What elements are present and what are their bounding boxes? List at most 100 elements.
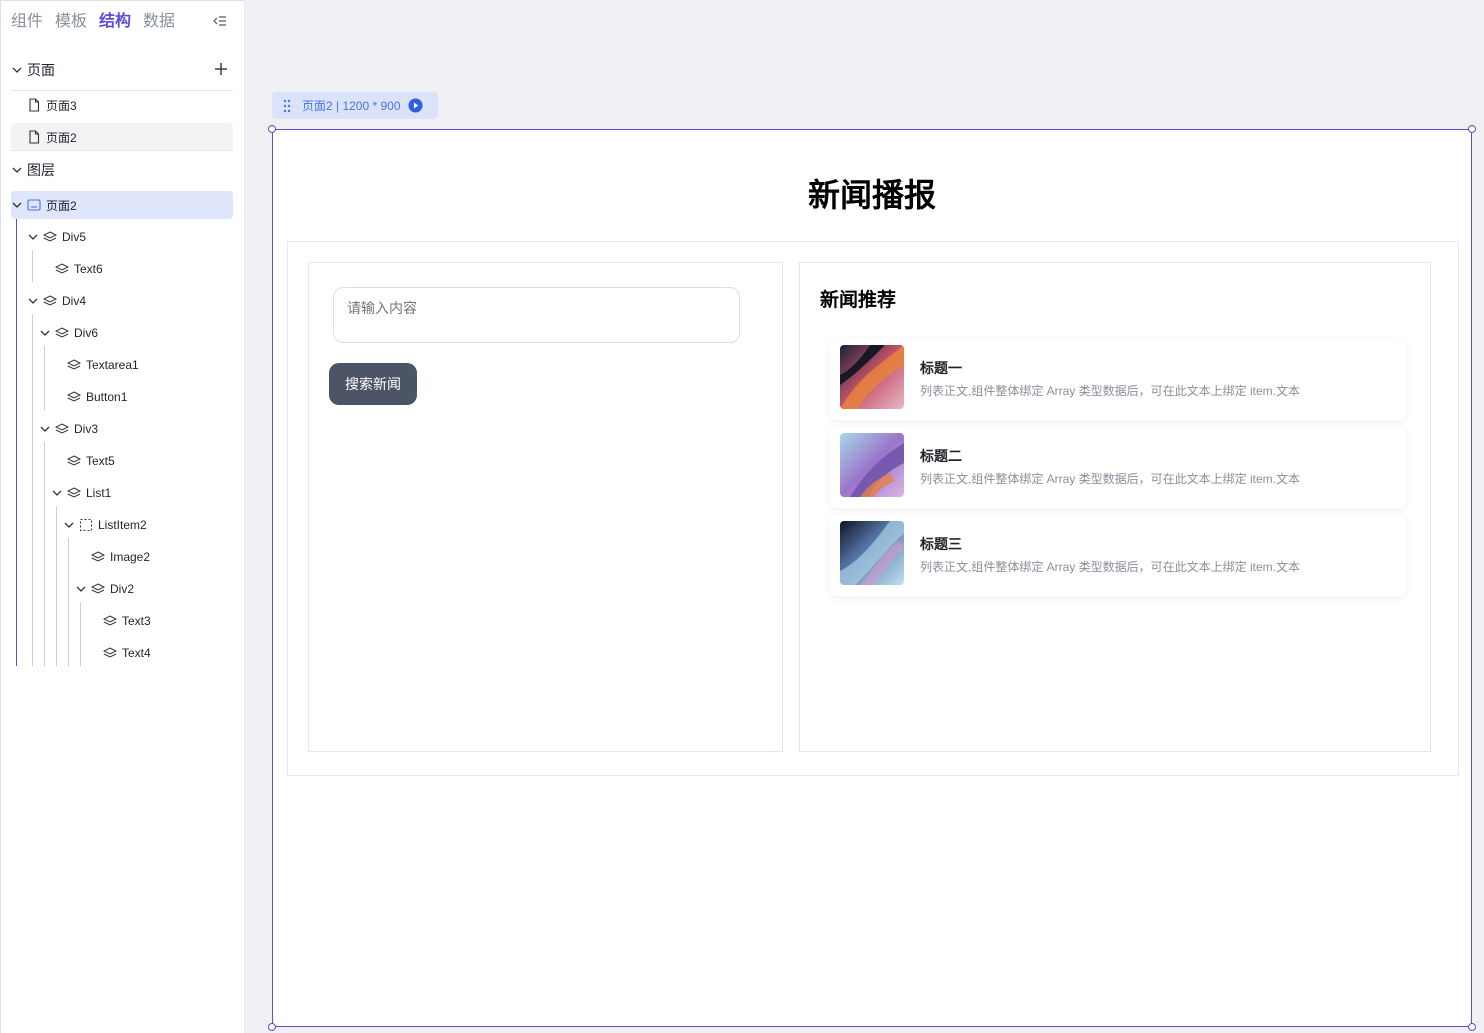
plus-icon[interactable] <box>213 61 229 77</box>
recommend-title: 新闻推荐 <box>820 290 897 311</box>
layers-icon <box>103 647 117 658</box>
tree-guide-line <box>68 538 69 666</box>
news-item-title: 标题三 <box>920 536 962 552</box>
layer-button1[interactable]: Button1 <box>67 383 127 411</box>
recommend-panel: 新闻推荐 标题一 列表正文,组件整体绑定 Array 类型数据后，可在此文本上绑… <box>799 262 1431 752</box>
layer-label: Div3 <box>74 422 99 436</box>
tree-guide-line <box>56 506 57 666</box>
layer-label: Text3 <box>122 614 151 628</box>
tree-guide-line <box>32 250 33 282</box>
dashed-box-icon <box>79 518 93 532</box>
page-canvas-frame[interactable]: 新闻播报 搜索新闻 新闻推荐 标题一 <box>268 125 1476 1031</box>
page-tag-label: 页面2 | 1200 * 900 <box>302 99 401 113</box>
chevron-down-icon <box>28 298 38 304</box>
drag-handle-icon[interactable] <box>282 99 292 113</box>
file-icon <box>29 98 40 112</box>
news-thumbnail <box>840 345 904 409</box>
resize-handle[interactable] <box>1468 1023 1476 1031</box>
chevron-down-icon <box>12 67 22 73</box>
list-item[interactable]: 标题三 列表正文,组件整体绑定 Array 类型数据后，可在此文本上绑定 ite… <box>830 516 1406 596</box>
pages-section-label: 页面 <box>27 62 55 78</box>
chevron-down-icon <box>52 490 62 496</box>
layer-div2[interactable]: Div2 <box>75 575 134 603</box>
layers-icon <box>55 327 69 338</box>
news-item-title: 标题二 <box>920 448 962 464</box>
news-item-desc: 列表正文,组件整体绑定 Array 类型数据后，可在此文本上绑定 item.文本 <box>920 560 1301 574</box>
file-icon <box>29 130 40 144</box>
layer-label: Div4 <box>62 294 87 308</box>
layer-label: Button1 <box>86 390 128 404</box>
resize-handle[interactable] <box>1468 125 1476 133</box>
list-item[interactable]: 标题二 列表正文,组件整体绑定 Array 类型数据后，可在此文本上绑定 ite… <box>830 428 1406 508</box>
tab-components[interactable]: 组件 <box>11 11 43 33</box>
news-item-desc: 列表正文,组件整体绑定 Array 类型数据后，可在此文本上绑定 item.文本 <box>920 472 1301 486</box>
page-size-tag[interactable]: 页面2 | 1200 * 900 <box>272 92 438 119</box>
layer-div3[interactable]: Div3 <box>39 415 98 443</box>
layer-label: Div6 <box>74 326 99 340</box>
layers-icon <box>67 391 81 402</box>
layer-text5[interactable]: Text5 <box>67 447 115 475</box>
news-thumbnail <box>840 433 904 497</box>
layer-text4[interactable]: Text4 <box>103 639 151 667</box>
layers-icon <box>43 295 57 306</box>
layers-icon <box>55 263 69 274</box>
tab-templates[interactable]: 模板 <box>55 11 87 33</box>
news-item-title: 标题一 <box>920 360 962 376</box>
layer-label: Div5 <box>62 230 87 244</box>
tree-guide-line <box>44 442 45 666</box>
chevron-down-icon <box>28 234 38 240</box>
page-title: 新闻播报 <box>807 177 936 213</box>
layer-text3[interactable]: Text3 <box>103 607 151 635</box>
panel-tabs: 组件 模板 结构 数据 <box>11 11 175 33</box>
resize-handle[interactable] <box>268 1023 276 1031</box>
layer-div6[interactable]: Div6 <box>39 319 98 347</box>
layer-div5[interactable]: Div5 <box>27 223 86 251</box>
layer-label: Text6 <box>74 262 103 276</box>
layer-textarea1[interactable]: Textarea1 <box>67 351 139 379</box>
layers-icon <box>67 359 81 370</box>
pages-section-header[interactable]: 页面 <box>11 57 233 83</box>
page-item-3[interactable]: 页面3 <box>11 91 233 119</box>
page-item-label: 页面3 <box>46 98 77 113</box>
news-list: 标题一 列表正文,组件整体绑定 Array 类型数据后，可在此文本上绑定 ite… <box>830 340 1406 604</box>
layers-icon <box>67 455 81 466</box>
layer-label: Image2 <box>110 550 151 564</box>
page-icon <box>27 199 41 211</box>
tree-guide-line <box>80 602 81 666</box>
list-item[interactable]: 标题一 列表正文,组件整体绑定 Array 类型数据后，可在此文本上绑定 ite… <box>830 340 1406 420</box>
layer-image2[interactable]: Image2 <box>91 543 150 571</box>
layer-label: Div2 <box>110 582 135 596</box>
layers-icon <box>43 231 57 242</box>
chevron-down-icon <box>64 522 74 528</box>
layers-icon <box>91 583 105 594</box>
layer-label: Text4 <box>122 646 151 660</box>
divider <box>11 150 233 151</box>
layers-icon <box>67 487 81 498</box>
layer-label: Textarea1 <box>86 358 139 372</box>
layers-section-header[interactable]: 图层 <box>11 157 233 183</box>
layer-div4[interactable]: Div4 <box>27 287 86 315</box>
layer-list1[interactable]: List1 <box>51 479 111 507</box>
layers-icon <box>91 551 105 562</box>
page-item-label: 页面2 <box>46 130 77 145</box>
resize-handle[interactable] <box>268 125 276 133</box>
structure-panel: 组件 模板 结构 数据 页面 页面3 页面2 图层 页面2 Div5 Text6… <box>0 0 245 1033</box>
chevron-down-icon <box>40 330 50 336</box>
layer-listitem2[interactable]: ListItem2 <box>63 511 147 539</box>
layer-label: ListItem2 <box>98 518 147 532</box>
search-news-button[interactable]: 搜索新闻 <box>329 363 417 405</box>
chevron-down-icon <box>12 167 22 173</box>
tree-guide-line <box>32 314 33 666</box>
chevron-down-icon <box>12 202 22 208</box>
tab-structure[interactable]: 结构 <box>99 11 131 33</box>
search-panel: 搜索新闻 <box>308 262 783 752</box>
collapse-icon[interactable] <box>213 13 229 31</box>
layer-page2[interactable]: 页面2 <box>11 191 233 219</box>
chevron-down-icon <box>76 586 86 592</box>
search-input[interactable] <box>333 287 740 343</box>
page-item-2[interactable]: 页面2 <box>11 123 233 151</box>
play-icon[interactable] <box>407 98 423 113</box>
tree-guide-line <box>16 218 17 666</box>
layer-text6[interactable]: Text6 <box>55 255 103 283</box>
tab-data[interactable]: 数据 <box>143 11 175 33</box>
